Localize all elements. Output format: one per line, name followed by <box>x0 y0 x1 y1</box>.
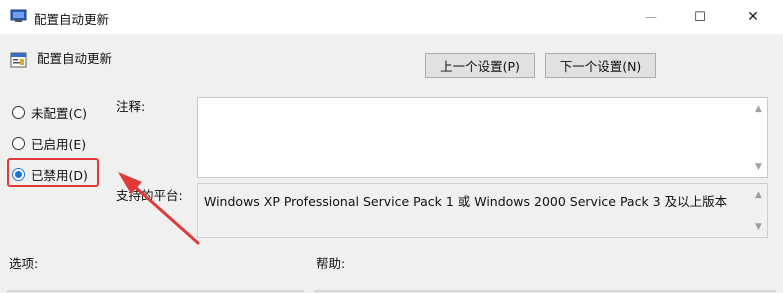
minimize-button[interactable]: — <box>628 0 674 34</box>
help-label: 帮助: <box>316 256 346 271</box>
radio-label: 已启用(E) <box>31 137 87 152</box>
comment-label: 注释: <box>116 99 146 114</box>
next-setting-button[interactable]: 下一个设置(N) <box>545 53 656 78</box>
help-panel-edge <box>314 290 776 292</box>
radio-enabled[interactable]: 已启用(E) <box>12 134 86 153</box>
radio-not-configured[interactable]: 未配置(C) <box>12 103 87 122</box>
scroll-up-icon[interactable]: ▲ <box>750 100 767 117</box>
close-button[interactable]: ✕ <box>730 0 776 34</box>
radio-circle[interactable] <box>12 106 25 119</box>
scroll-up-icon[interactable]: ▲ <box>750 186 767 203</box>
comment-textarea[interactable]: ▲ ▼ <box>197 97 768 178</box>
maximize-button[interactable]: ☐ <box>677 0 723 34</box>
maximize-icon: ☐ <box>694 9 706 25</box>
policy-setting-icon <box>10 52 27 68</box>
options-panel-edge <box>7 290 304 292</box>
policy-window-icon <box>10 9 27 22</box>
window-title: 配置自动更新 <box>34 12 110 27</box>
policy-name-heading: 配置自动更新 <box>37 51 113 66</box>
platform-label: 支持的平台: <box>116 188 183 203</box>
title-bar: 配置自动更新 — ☐ ✕ <box>0 0 783 34</box>
scroll-down-icon[interactable]: ▼ <box>750 158 767 175</box>
minimize-icon: — <box>645 10 657 24</box>
previous-setting-button[interactable]: 上一个设置(P) <box>425 53 535 78</box>
annotation-highlight-box <box>7 158 99 187</box>
platform-readonly-box: Windows XP Professional Service Pack 1 或… <box>197 183 768 238</box>
radio-label: 未配置(C) <box>31 106 87 121</box>
scroll-down-icon[interactable]: ▼ <box>750 218 767 235</box>
comment-scrollbar[interactable]: ▲ ▼ <box>750 98 767 177</box>
platform-value: Windows XP Professional Service Pack 1 或… <box>204 194 728 209</box>
platform-scrollbar[interactable]: ▲ ▼ <box>750 184 767 237</box>
close-icon: ✕ <box>747 9 759 25</box>
radio-circle[interactable] <box>12 137 25 150</box>
options-label: 选项: <box>9 256 39 271</box>
